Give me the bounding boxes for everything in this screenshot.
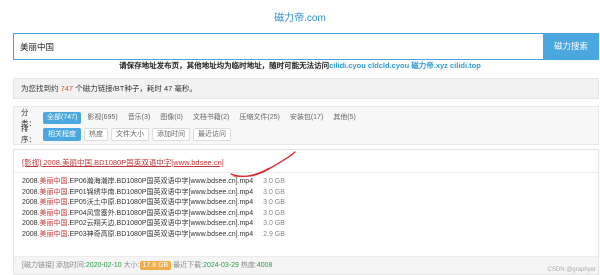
file-prefix: 2008. <box>22 209 40 217</box>
watermark: CSDN @graphyer <box>547 267 596 273</box>
sort-heat[interactable]: 热度 <box>84 127 108 141</box>
address-notice: 请保存地址发布页，其他地址均为临时地址，随时可能无法访问cilidi.cyou … <box>0 60 600 71</box>
category-all[interactable]: 全部(747) <box>43 112 82 124</box>
filter-panel: 分类： 全部(747) 影视(695) 音乐(3) 图像(0) 文档书籍(2) … <box>13 106 599 145</box>
sort-filter: 排序： 相关程度 热度 文件大小 添加时间 最近访问 <box>21 124 591 144</box>
file-row: 2008. 美丽中国 .EP03神奇高原.BD1080P国英双语中字[www.bds… <box>22 230 285 241</box>
file-row: 2008. 美丽中国 .EP04风雪塞外.BD1080P国英双语中字[www.bds… <box>22 209 285 220</box>
file-row: 2008. 美丽中国 .EP05沃土中原.BD1080P国英双语中字[www.bds… <box>22 198 285 209</box>
recent-date: 2024-03-29 <box>203 262 239 269</box>
result-suffix: 个磁力链接/BT种子，耗时 47 毫秒。 <box>75 84 197 93</box>
category-installer[interactable]: 安装包(17) <box>286 112 327 124</box>
file-suffix: .EP01锦绣华南.BD1080P国英双语中字[www.bdsee.cn].mp… <box>67 188 254 196</box>
sort-size[interactable]: 文件大小 <box>111 127 149 141</box>
heat-value: 4008 <box>256 262 273 269</box>
notice-text: 请保存地址发布页，其他地址均为临时地址，随时可能无法访问 <box>119 61 330 70</box>
size-label: 大小: <box>123 262 140 269</box>
category-filter: 分类： 全部(747) 影视(695) 音乐(3) 图像(0) 文档书籍(2) … <box>21 108 591 128</box>
file-suffix: .EP02云翔天边.BD1080P国英双语中字[www.bdsee.cn].mp… <box>67 220 254 228</box>
result-prefix: 为您找到约 <box>21 84 59 93</box>
divider <box>14 172 598 173</box>
site-logo[interactable]: 磁力帝.com <box>0 9 600 24</box>
search-button[interactable]: 磁力搜索 <box>543 33 599 60</box>
file-highlight: 美丽中国 <box>39 188 68 196</box>
category-archive[interactable]: 压缩文件(25) <box>235 112 283 124</box>
search-bar: 磁力搜索 <box>13 33 599 60</box>
sort-added[interactable]: 添加时间 <box>152 127 190 141</box>
file-prefix: 2008. <box>22 178 40 185</box>
added-label: 添加时间: <box>55 262 86 269</box>
result-footer: [磁力链接] 添加时间:2020-02-10 大小: 17.8 GB 最近下载:2… <box>14 256 598 274</box>
magnet-link[interactable]: [磁力链接] <box>22 262 54 269</box>
category-image[interactable]: 图像(0) <box>156 112 187 124</box>
file-row: 2008. 美丽中国 .EP01锦绣华南.BD1080P国英双语中字[www.bds… <box>22 188 285 199</box>
sort-relevance[interactable]: 相关程度 <box>43 127 81 141</box>
file-list: 2008. 美丽中国 .EP06瀚海潮岸.BD1080P国英双语中字[www.bds… <box>22 177 285 241</box>
file-suffix: .EP04风雪塞外.BD1080P国英双语中字[www.bdsee.cn].mp… <box>67 209 254 217</box>
file-suffix: .EP03神奇高原.BD1080P国英双语中字[www.bdsee.cn].mp… <box>67 230 254 238</box>
file-prefix: 2008. <box>22 220 40 228</box>
title-suffix: .BD1080P国英双语中字[www.bdsee.cn] <box>92 158 224 167</box>
sort-recent[interactable]: 最近访问 <box>193 127 231 141</box>
sort-label: 排序： <box>21 124 36 144</box>
category-docs[interactable]: 文档书籍(2) <box>189 112 234 124</box>
title-prefix: [影视] 2008. <box>22 158 63 167</box>
file-size: 3.0 GB <box>263 178 285 185</box>
file-prefix: 2008. <box>22 188 40 196</box>
added-date: 2020-02-10 <box>85 262 122 269</box>
category-other[interactable]: 其他(5) <box>329 112 360 124</box>
result-summary: 为您找到约 747 个磁力链接/BT种子，耗时 47 毫秒。 <box>13 78 599 99</box>
file-highlight: 美丽中国 <box>39 220 68 228</box>
file-prefix: 2008. <box>22 199 40 207</box>
file-row: 2008. 美丽中国 .EP06瀚海潮岸.BD1080P国英双语中字[www.bds… <box>22 177 285 188</box>
result-item: [影视] 2008.美丽中国.BD1080P国英双语中字[www.bdsee.c… <box>13 149 599 275</box>
category-music[interactable]: 音乐(3) <box>124 112 155 124</box>
result-title-link[interactable]: [影视] 2008.美丽中国.BD1080P国英双语中字[www.bdsee.c… <box>22 157 224 168</box>
result-count: 747 <box>60 84 74 93</box>
file-highlight: 美丽中国 <box>39 199 68 207</box>
recent-label: 最近下载: <box>173 262 204 269</box>
file-prefix: 2008. <box>22 230 40 238</box>
file-size: 3.0 GB <box>263 199 285 207</box>
size-badge: 17.8 GB <box>139 261 172 270</box>
file-row: 2008. 美丽中国 .EP02云翔天边.BD1080P国英双语中字[www.bds… <box>22 219 285 230</box>
file-suffix: .EP06瀚海潮岸.BD1080P国英双语中字[www.bdsee.cn].mp… <box>67 178 254 185</box>
file-suffix: .EP05沃土中原.BD1080P国英双语中字[www.bdsee.cn].mp… <box>67 199 254 207</box>
search-input[interactable] <box>13 33 543 60</box>
file-size: 3.0 GB <box>263 220 285 228</box>
file-size: 3.0 GB <box>263 209 285 217</box>
mirror-links[interactable]: cilidi.cyou cldcld.cyou 磁力帝.xyz cilidi.t… <box>329 61 481 70</box>
heat-label: 热度: <box>240 262 257 269</box>
file-size: 2.9 GB <box>263 230 285 238</box>
file-highlight: 美丽中国 <box>39 230 68 238</box>
title-highlight: 美丽中国 <box>62 158 93 167</box>
file-highlight: 美丽中国 <box>39 209 68 217</box>
file-size: 3.0 GB <box>263 188 285 196</box>
file-highlight: 美丽中国 <box>39 178 68 185</box>
category-video[interactable]: 影视(695) <box>83 112 121 124</box>
